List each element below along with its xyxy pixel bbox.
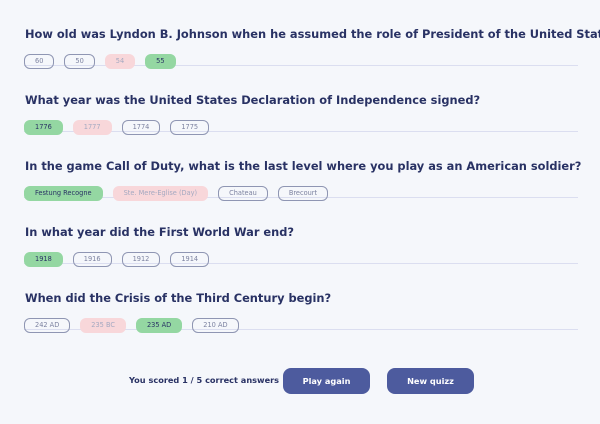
question-title: What year was the United States Declarat… (25, 93, 481, 107)
question-title: How old was Lyndon B. Johnson when he as… (25, 27, 600, 41)
question-title: When did the Crisis of the Third Century… (25, 291, 332, 305)
question-block: When did the Crisis of the Third Century… (24, 264, 578, 333)
results-footer: You scored 1 / 5 correct answers Play ag… (0, 368, 600, 394)
new-quiz-button[interactable]: New quizz (387, 368, 474, 394)
answer-option-correct[interactable]: 235 AD (135, 318, 183, 333)
question-title: In the game Call of Duty, what is the la… (25, 159, 582, 173)
answer-option-incorrect[interactable]: 235 BC (80, 318, 126, 333)
question-block: How old was Lyndon B. Johnson when he as… (24, 0, 600, 69)
question-block: What year was the United States Declarat… (24, 66, 578, 135)
answer-options: 242 AD 235 BC 235 AD 210 AD (24, 318, 239, 333)
question-block: In the game Call of Duty, what is the la… (24, 132, 582, 201)
question-block: In what year did the First World War end… (24, 198, 578, 267)
question-title: In what year did the First World War end… (25, 225, 295, 239)
answer-option[interactable]: 242 AD (24, 318, 71, 333)
play-again-button[interactable]: Play again (283, 368, 370, 394)
answer-option[interactable]: 210 AD (192, 318, 239, 333)
score-text: You scored 1 / 5 correct answers (129, 375, 280, 385)
quiz-list: How old was Lyndon B. Johnson when he as… (24, 0, 600, 333)
